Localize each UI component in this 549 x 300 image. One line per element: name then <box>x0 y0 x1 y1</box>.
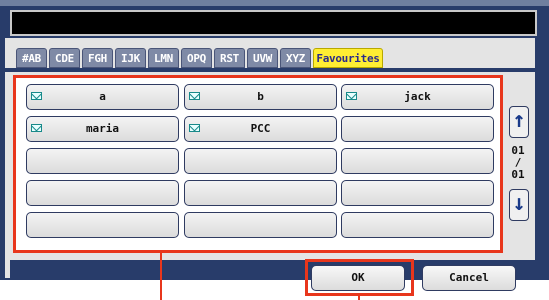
arrow-down-icon: ↓ <box>512 191 526 216</box>
tab-ijk[interactable]: IJK <box>115 48 146 68</box>
tab-lmn[interactable]: LMN <box>148 48 179 68</box>
page-up-button[interactable]: ↑ <box>509 106 529 138</box>
destination-button-empty[interactable] <box>184 180 337 206</box>
destination-label: jack <box>404 90 431 103</box>
ok-button[interactable]: OK <box>311 265 405 291</box>
destination-button-empty[interactable] <box>341 180 494 206</box>
page-total: 01 <box>511 168 525 181</box>
grid-callout-line <box>160 253 162 300</box>
destination-button-b[interactable]: b <box>184 84 337 110</box>
arrow-up-icon: ↑ <box>512 108 526 133</box>
destination-button-empty[interactable] <box>26 148 179 174</box>
destination-button-empty[interactable] <box>184 148 337 174</box>
destination-button-pcc[interactable]: PCC <box>184 116 337 142</box>
tab-opq[interactable]: OPQ <box>181 48 212 68</box>
destination-button-jack[interactable]: jack <box>341 84 494 110</box>
destination-display <box>10 10 537 36</box>
ok-callout-line <box>358 296 360 300</box>
destination-button-empty[interactable] <box>341 116 494 142</box>
page-down-button[interactable]: ↓ <box>509 189 529 221</box>
panel-rim <box>0 0 549 6</box>
destination-button-empty[interactable] <box>26 180 179 206</box>
tab-underline <box>5 68 535 72</box>
destination-label: b <box>257 90 264 103</box>
destination-button-empty[interactable] <box>184 212 337 238</box>
destination-label: a <box>99 90 106 103</box>
destination-button-empty[interactable] <box>26 212 179 238</box>
tab-uvw[interactable]: UVW <box>247 48 278 68</box>
tab-cde[interactable]: CDE <box>49 48 80 68</box>
tab-xyz[interactable]: XYZ <box>280 48 311 68</box>
tab-favourites[interactable]: Favourites <box>313 48 383 68</box>
destination-label: maria <box>85 122 120 135</box>
destination-button-empty[interactable] <box>341 148 494 174</box>
destination-label: PCC <box>250 122 271 135</box>
cancel-button[interactable]: Cancel <box>422 265 516 291</box>
destination-button-empty[interactable] <box>341 212 494 238</box>
destination-button-maria[interactable]: maria <box>26 116 179 142</box>
tab-rst[interactable]: RST <box>214 48 245 68</box>
tab-fgh[interactable]: FGH <box>82 48 113 68</box>
destination-button-a[interactable]: a <box>26 84 179 110</box>
tab-hash-ab[interactable]: #AB <box>16 48 47 68</box>
